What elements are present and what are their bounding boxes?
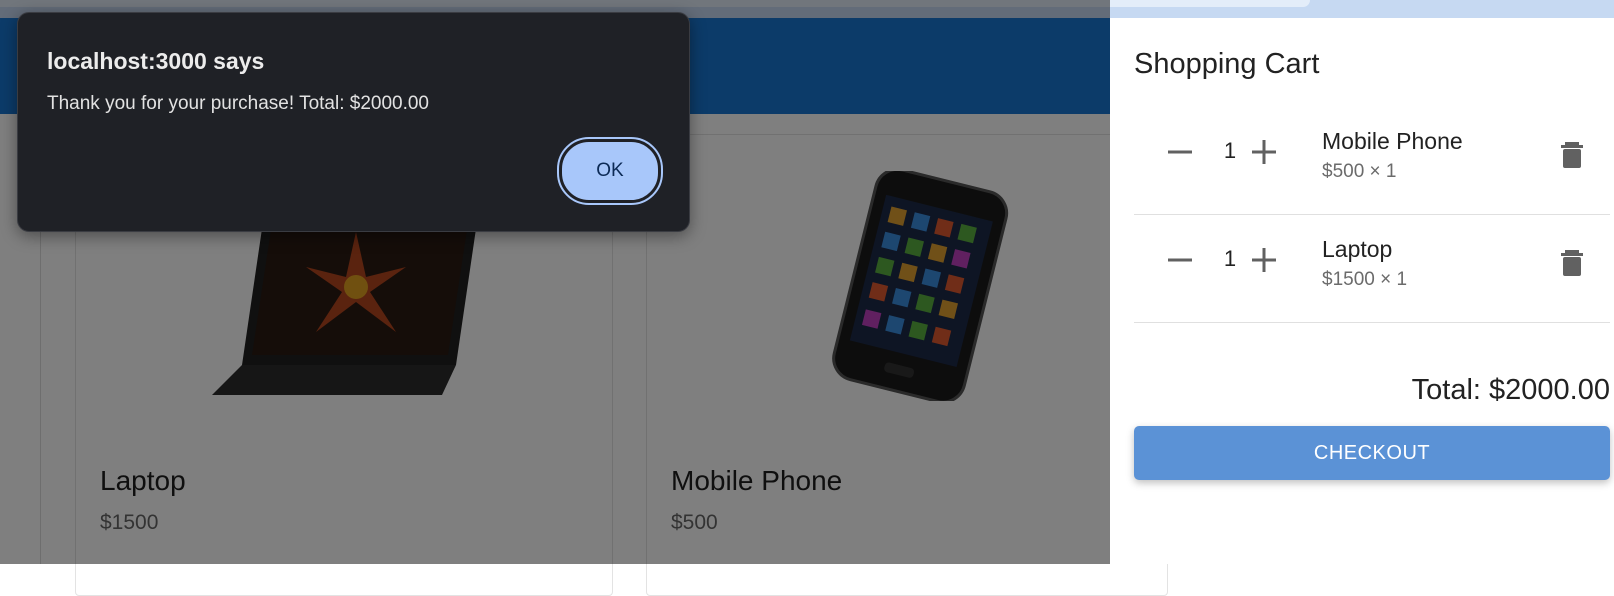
plus-icon[interactable]: [1244, 240, 1284, 280]
quantity-value: 1: [1223, 138, 1237, 163]
alert-message: Thank you for your purchase! Total: $200…: [47, 93, 430, 114]
cart-item-laptop: 1 Laptop $1500 × 1: [1134, 214, 1610, 323]
minus-icon[interactable]: [1160, 240, 1200, 280]
cart-item-mobile-phone: 1 Mobile Phone $500 × 1: [1134, 106, 1610, 215]
cart-item-detail: $500 × 1: [1322, 161, 1397, 182]
alert-title: localhost:3000 says: [47, 48, 265, 74]
ok-button[interactable]: OK: [557, 137, 663, 205]
minus-icon[interactable]: [1160, 132, 1200, 172]
alert-dialog: localhost:3000 says Thank you for your p…: [17, 12, 690, 232]
cart-item-name: Laptop: [1322, 236, 1393, 262]
trash-icon[interactable]: [1554, 244, 1590, 280]
shopping-cart-drawer: Shopping Cart 1 Mobile Phone $500 × 1 1 …: [1110, 18, 1614, 564]
cart-item-detail: $1500 × 1: [1322, 269, 1408, 290]
checkout-button[interactable]: CHECKOUT: [1134, 426, 1610, 480]
cart-item-name: Mobile Phone: [1322, 128, 1463, 154]
plus-icon[interactable]: [1244, 132, 1284, 172]
quantity-value: 1: [1223, 246, 1237, 271]
cart-title: Shopping Cart: [1134, 48, 1320, 80]
cart-total: Total: $2000.00: [1411, 374, 1610, 406]
trash-icon[interactable]: [1554, 136, 1590, 172]
